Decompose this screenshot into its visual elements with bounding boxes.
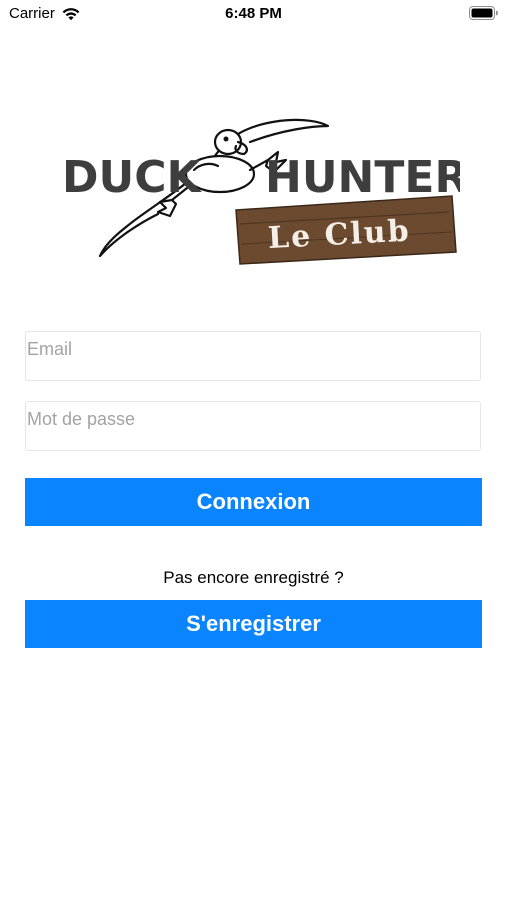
logo-plank-text: Le Club xyxy=(267,214,411,256)
duck-hunter-logo-art: DUCK HUNTER Le Club xyxy=(62,118,460,265)
register-button[interactable]: S'enregistrer xyxy=(25,600,482,648)
login-button[interactable]: Connexion xyxy=(25,478,482,526)
logo-word-duck: DUCK xyxy=(62,152,203,203)
email-field[interactable] xyxy=(25,331,481,381)
password-field[interactable] xyxy=(25,401,481,451)
duck-hunter-logo: DUCK HUNTER Le Club xyxy=(60,112,460,272)
email-input[interactable] xyxy=(26,332,480,366)
battery-icon xyxy=(469,6,498,20)
logo-word-hunter: HUNTER xyxy=(265,152,460,203)
clock: 6:48 PM xyxy=(225,5,282,22)
login-screen: Carrier 6:48 PM DUCK HUNTER Le Club Emai… xyxy=(0,0,507,900)
register-prompt-label: Pas encore enregistré ? xyxy=(163,568,344,587)
status-bar: Carrier 6:48 PM xyxy=(0,0,507,28)
password-input[interactable] xyxy=(26,402,480,436)
